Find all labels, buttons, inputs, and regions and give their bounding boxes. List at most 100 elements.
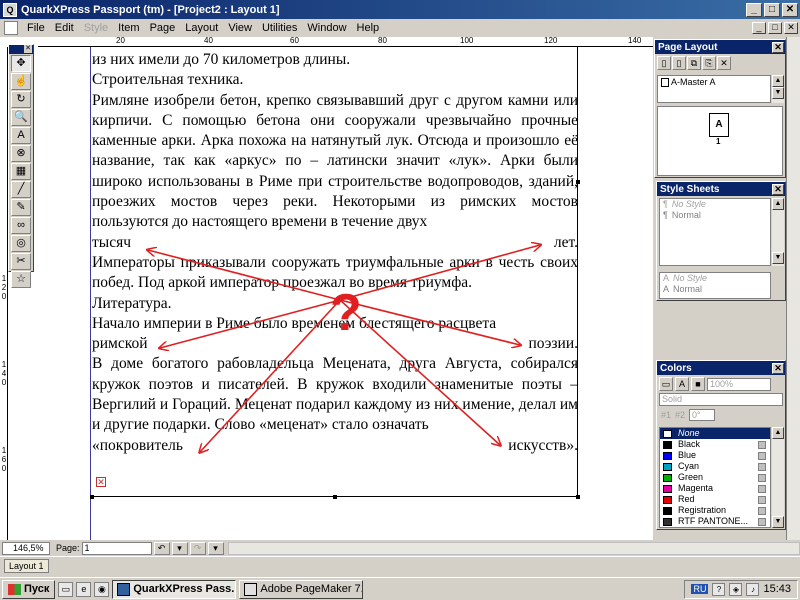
undo-icon[interactable]: ↶ bbox=[153, 541, 170, 555]
shield-icon[interactable]: ◈ bbox=[729, 582, 743, 596]
menu-view[interactable]: View bbox=[223, 22, 257, 34]
start-button[interactable]: Пуск bbox=[2, 579, 56, 599]
resize-handle[interactable] bbox=[90, 495, 94, 499]
menu-help[interactable]: Help bbox=[352, 22, 385, 34]
chevron-down-icon[interactable]: ▼ bbox=[772, 516, 784, 528]
text-box-tool-icon[interactable]: A bbox=[11, 127, 31, 144]
menu-edit[interactable]: Edit bbox=[50, 22, 79, 34]
unlinking-tool-icon[interactable]: ◎ bbox=[11, 235, 31, 252]
character-styles-list[interactable]: A No Style A Normal bbox=[659, 272, 771, 299]
scrollbar[interactable]: ▲ ▼ bbox=[772, 75, 784, 103]
rotate-tool-icon[interactable]: ↻ bbox=[11, 91, 31, 108]
text-path-tool-icon[interactable]: ✎ bbox=[11, 199, 31, 216]
minimize-button[interactable]: _ bbox=[746, 2, 762, 17]
resize-handle[interactable] bbox=[576, 180, 580, 184]
chevron-down-icon[interactable]: ▼ bbox=[772, 252, 784, 264]
document-icon[interactable] bbox=[4, 21, 18, 35]
doc-close-button[interactable]: ✕ bbox=[784, 22, 798, 34]
color-item[interactable]: Cyan bbox=[660, 461, 770, 472]
tool-palette-header[interactable]: ✕ bbox=[9, 45, 33, 54]
help-icon[interactable]: ? bbox=[712, 582, 726, 596]
color-item[interactable]: None bbox=[660, 428, 770, 439]
radio-1[interactable]: #1 bbox=[661, 410, 671, 420]
chevron-down-icon[interactable]: ▼ bbox=[772, 87, 784, 99]
style-item[interactable]: A Normal bbox=[660, 284, 770, 295]
horizontal-scrollbar[interactable] bbox=[227, 541, 800, 555]
task-pagemaker[interactable]: Adobe PageMaker 7.... bbox=[239, 579, 364, 599]
color-item[interactable]: Magenta bbox=[660, 483, 770, 494]
blend-select[interactable]: Solid bbox=[659, 393, 783, 406]
close-button[interactable]: ✕ bbox=[782, 2, 798, 17]
menu-layout[interactable]: Layout bbox=[180, 22, 223, 34]
menu-utilities[interactable]: Utilities bbox=[257, 22, 302, 34]
style-item[interactable]: A No Style bbox=[660, 273, 770, 284]
chevron-up-icon[interactable]: ▲ bbox=[772, 75, 784, 87]
resize-handle[interactable] bbox=[333, 495, 337, 499]
line-tool-icon[interactable]: ╱ bbox=[11, 181, 31, 198]
media-icon[interactable]: ◉ bbox=[94, 581, 110, 597]
color-list[interactable]: None Black Blue Cyan Green Magenta Red Registra… bbox=[659, 427, 771, 528]
text-color-icon[interactable]: A bbox=[675, 377, 689, 391]
page-thumbnails[interactable]: A 1 bbox=[657, 106, 783, 176]
picture-box-icon[interactable]: ✕ bbox=[96, 477, 106, 487]
scrollbar[interactable]: ▲ ▼ bbox=[772, 427, 784, 528]
page-field[interactable]: 1 bbox=[81, 541, 152, 555]
menu-page[interactable]: Page bbox=[145, 22, 181, 34]
layout-tab[interactable]: Layout 1 bbox=[4, 559, 49, 573]
picture-box-tool-icon[interactable]: ⊗ bbox=[11, 145, 31, 162]
frame-color-icon[interactable]: ▭ bbox=[659, 377, 673, 391]
text-box[interactable]: из них имели до 70 километров длины. Стро… bbox=[92, 50, 578, 456]
chevron-up-icon[interactable]: ▲ bbox=[772, 198, 784, 210]
redo-icon[interactable]: ↷ bbox=[189, 541, 206, 555]
scrollbar[interactable]: ▲ ▼ bbox=[772, 198, 784, 266]
chevron-down-icon[interactable]: ▾ bbox=[171, 541, 188, 555]
radio-2[interactable]: #2 bbox=[675, 410, 685, 420]
close-icon[interactable]: ✕ bbox=[772, 362, 784, 374]
duplicate-icon[interactable]: ⧉ bbox=[687, 56, 701, 70]
table-tool-icon[interactable]: ▦ bbox=[11, 163, 31, 180]
item-tool-icon[interactable]: ✥ bbox=[11, 55, 31, 72]
master-name[interactable]: A-Master A bbox=[671, 77, 716, 87]
paragraph-styles-list[interactable]: ¶ No Style ¶ Normal bbox=[659, 198, 771, 266]
close-icon[interactable]: ✕ bbox=[772, 41, 784, 53]
copy-icon[interactable]: ⎘ bbox=[702, 56, 716, 70]
volume-icon[interactable]: ♪ bbox=[746, 582, 760, 596]
color-item[interactable]: Green bbox=[660, 472, 770, 483]
chevron-down-icon[interactable]: ▾ bbox=[207, 541, 224, 555]
new-facing-page-icon[interactable]: ▯ bbox=[672, 56, 686, 70]
horizontal-ruler[interactable]: 20 40 60 80 100 120 140 bbox=[38, 36, 653, 47]
color-item[interactable]: Registration bbox=[660, 505, 770, 516]
menu-style[interactable]: Style bbox=[79, 22, 113, 34]
vertical-ruler[interactable]: 1 2 0 1 4 0 1 6 0 bbox=[0, 47, 8, 540]
delete-icon[interactable]: ✕ bbox=[717, 56, 731, 70]
scissors-tool-icon[interactable]: ✂ bbox=[11, 253, 31, 270]
zoom-tool-icon[interactable]: 🔍 bbox=[11, 109, 31, 126]
maximize-button[interactable]: □ bbox=[764, 2, 780, 17]
new-page-icon[interactable]: ▯ bbox=[657, 56, 671, 70]
resize-handle[interactable] bbox=[576, 495, 580, 499]
style-item[interactable]: ¶ No Style bbox=[660, 199, 770, 210]
color-item[interactable]: Red bbox=[660, 494, 770, 505]
language-indicator[interactable]: RU bbox=[691, 584, 709, 594]
master-list[interactable]: A-Master A bbox=[657, 75, 771, 103]
menu-window[interactable]: Window bbox=[302, 22, 351, 34]
grabber-hand-icon[interactable]: ☝ bbox=[11, 73, 31, 90]
chevron-up-icon[interactable]: ▲ bbox=[772, 427, 784, 439]
page-thumbnail[interactable]: A bbox=[709, 113, 729, 137]
linking-tool-icon[interactable]: ∞ bbox=[11, 217, 31, 234]
shade-field[interactable]: 100% bbox=[707, 377, 771, 391]
zoom-field[interactable]: 146,5% bbox=[2, 541, 50, 555]
star-tool-icon[interactable]: ☆ bbox=[11, 271, 31, 288]
doc-minimize-button[interactable]: _ bbox=[752, 22, 766, 34]
menu-item[interactable]: Item bbox=[113, 22, 144, 34]
desktop-icon[interactable]: ▭ bbox=[58, 581, 74, 597]
background-color-icon[interactable]: ■ bbox=[691, 377, 705, 391]
vertical-scrollbar[interactable] bbox=[786, 37, 800, 540]
doc-restore-button[interactable]: □ bbox=[768, 22, 782, 34]
menu-file[interactable]: File bbox=[22, 22, 50, 34]
task-quarkxpress[interactable]: QuarkXPress Pass... bbox=[112, 579, 237, 599]
close-icon[interactable]: ✕ bbox=[772, 183, 784, 195]
palette-header[interactable]: Page Layout ✕ bbox=[655, 40, 785, 54]
color-item[interactable]: Blue bbox=[660, 450, 770, 461]
palette-header[interactable]: Style Sheets ✕ bbox=[657, 182, 785, 196]
